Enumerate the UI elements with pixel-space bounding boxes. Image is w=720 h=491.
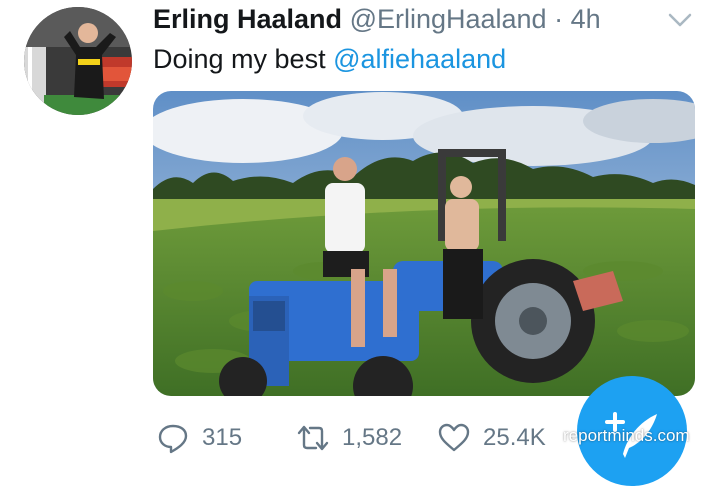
heart-icon — [438, 423, 470, 452]
author-handle[interactable]: @ErlingHaaland — [350, 4, 547, 34]
separator-dot: · — [554, 4, 564, 34]
more-options-chevron-icon[interactable] — [666, 6, 694, 34]
tweet-text-body: Doing my best — [153, 44, 326, 74]
tweet-text: Doing my best @alfiehaaland — [153, 42, 506, 76]
reply-icon — [158, 424, 188, 454]
retweet-icon — [297, 425, 329, 451]
mention-link[interactable]: @alfiehaaland — [333, 44, 506, 74]
like-button[interactable]: 25.4K — [437, 418, 546, 458]
reply-count: 315 — [202, 424, 243, 451]
tweet-photo[interactable] — [153, 91, 695, 396]
watermark-text: reportminds.com — [563, 426, 690, 445]
tweet-header: Erling Haaland @ErlingHaaland · 4h — [153, 2, 601, 36]
like-count: 25.4K — [483, 424, 546, 451]
avatar-image — [24, 7, 132, 115]
avatar[interactable] — [24, 7, 132, 115]
timestamp[interactable]: 4h — [571, 4, 601, 34]
retweet-count: 1,582 — [342, 424, 403, 451]
retweet-button[interactable]: 1,582 — [296, 418, 402, 458]
author-name[interactable]: Erling Haaland — [153, 4, 342, 34]
reply-button[interactable]: 315 — [156, 418, 242, 458]
tractor-photo-image — [153, 91, 695, 396]
